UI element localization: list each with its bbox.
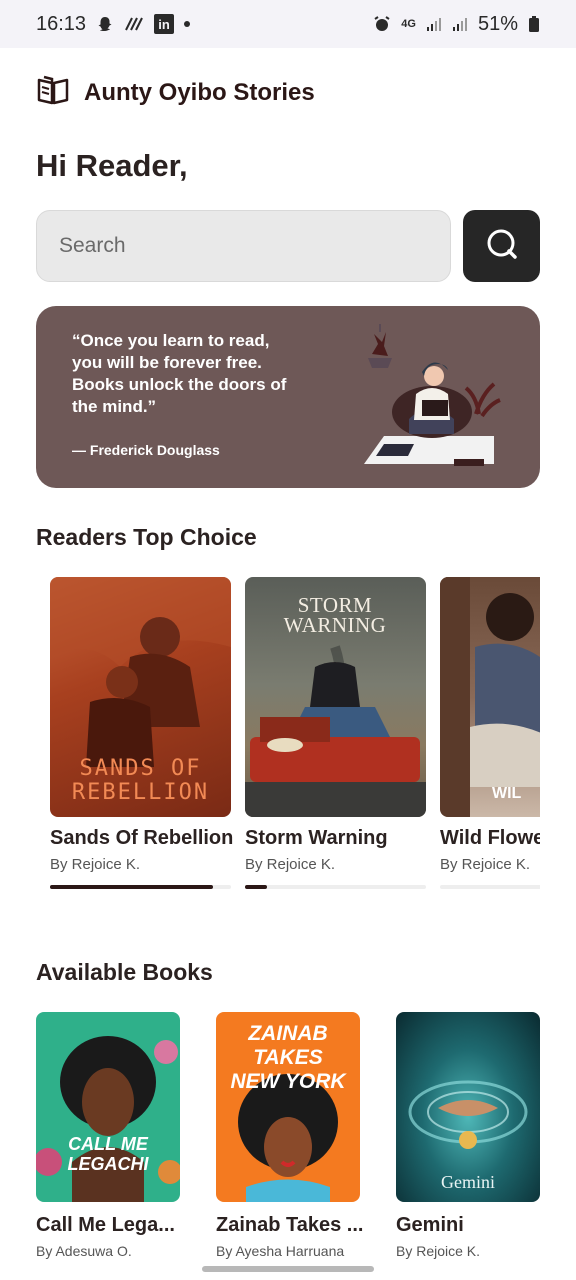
home-indicator[interactable]	[202, 1266, 374, 1272]
status-left: 16:13 in	[36, 12, 191, 36]
book-title: Gemini	[396, 1214, 464, 1236]
status-bar: 16:13 in 4G 51%	[0, 0, 576, 48]
book-title: Storm Warning	[245, 827, 388, 849]
cover-title: STORM WARNING	[283, 593, 387, 637]
snapchat-icon	[96, 15, 114, 33]
battery-percent: 51%	[477, 12, 518, 35]
search-button[interactable]	[463, 210, 540, 282]
quote-author: — Frederick Douglass	[72, 442, 220, 458]
book-title: Call Me Lega...	[36, 1214, 175, 1236]
search-input[interactable]: Search	[36, 210, 451, 282]
top-choice-carousel[interactable]: SANDS OF REBELLION Sands Of Rebellion By…	[50, 577, 540, 897]
status-time: 16:13	[36, 12, 87, 35]
book-title: Zainab Takes ...	[216, 1214, 364, 1236]
book-cover[interactable]: STORM WARNING	[245, 577, 426, 817]
book-author: By Adesuwa O.	[36, 1243, 132, 1259]
book-cover[interactable]: WIL	[440, 577, 540, 817]
book-card-gemini[interactable]: Gemini Gemini By Rejoice K.	[396, 1012, 540, 1259]
app-header: Aunty Oyibo Stories	[36, 74, 315, 111]
reading-progress-bar	[50, 885, 231, 889]
cover-title: CALL ME LEGACHI	[67, 1134, 149, 1174]
book-card-zainab-takes-new-york[interactable]: ZAINAB TAKES NEW YORK Zainab Takes ... B…	[216, 1012, 363, 1259]
quote-card: “Once you learn to read, you will be for…	[36, 306, 540, 488]
reading-person-illustration	[354, 324, 504, 474]
book-cover[interactable]: ZAINAB TAKES NEW YORK	[216, 1012, 360, 1202]
book-author: By Rejoice K.	[50, 856, 141, 873]
book-card-call-me-legachi[interactable]: CALL ME LEGACHI Call Me Lega... By Adesu…	[36, 1012, 180, 1259]
book-author: By Ayesha Harruana	[216, 1243, 345, 1259]
reading-progress-bar	[440, 885, 540, 889]
quote-text: “Once you learn to read, you will be for…	[72, 331, 287, 416]
reading-progress-fill	[245, 885, 267, 889]
book-cover[interactable]: CALL ME LEGACHI	[36, 1012, 180, 1202]
search-placeholder: Search	[59, 234, 126, 257]
network-type: 4G	[401, 17, 416, 30]
app-title: Aunty Oyibo Stories	[84, 78, 315, 106]
cover-title: WIL	[492, 785, 522, 802]
top-choice-title: Readers Top Choice	[36, 524, 257, 550]
cover-title: ZAINAB TAKES NEW YORK	[230, 1022, 346, 1093]
cover-title: SANDS OF REBELLION	[71, 756, 210, 805]
available-books-title: Available Books	[36, 959, 213, 985]
notification-dot-icon	[184, 21, 191, 27]
book-title: Sands Of Rebellion	[50, 827, 234, 849]
alarm-icon	[373, 15, 391, 33]
battery-icon	[528, 15, 540, 33]
linkedin-icon: in	[154, 14, 175, 34]
greeting: Hi Reader,	[36, 148, 188, 183]
reading-progress-bar	[245, 885, 426, 889]
status-right: 4G 51%	[373, 13, 540, 36]
book-card-sands-of-rebellion[interactable]: SANDS OF REBELLION Sands Of Rebellion By…	[50, 577, 234, 889]
book-card-wild-flower[interactable]: WIL Wild Flowe By Rejoice K.	[440, 577, 540, 889]
book-cover[interactable]: SANDS OF REBELLION	[50, 577, 231, 817]
book-author: By Rejoice K.	[440, 856, 531, 873]
signal-icon-2	[452, 16, 468, 32]
book-author: By Rejoice K.	[245, 856, 336, 873]
search-icon	[485, 227, 519, 266]
reading-progress-fill	[50, 885, 213, 889]
cover-title: Gemini	[441, 1172, 495, 1192]
book-cover[interactable]: Gemini	[396, 1012, 540, 1202]
open-book-icon	[36, 74, 70, 111]
signal-stripes-icon	[124, 16, 144, 32]
signal-icon-1	[426, 16, 442, 32]
book-author: By Rejoice K.	[396, 1243, 481, 1259]
book-card-storm-warning[interactable]: STORM WARNING Storm Warning By Rejoice K…	[245, 577, 426, 889]
book-title: Wild Flowe	[440, 827, 540, 849]
